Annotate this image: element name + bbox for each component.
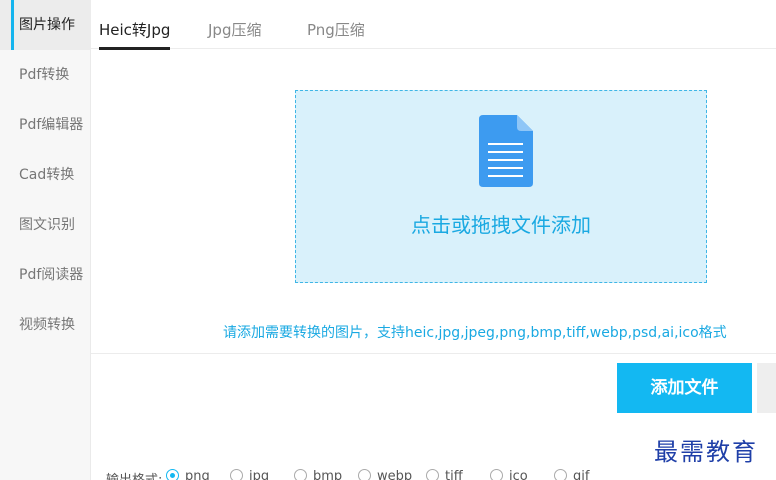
tab-heic-to-jpg[interactable]: Heic转Jpg xyxy=(99,0,171,50)
secondary-button[interactable] xyxy=(757,363,776,413)
radio-icon xyxy=(230,469,243,480)
sidebar-item-video-convert[interactable]: 视频转换 xyxy=(0,300,91,350)
tab-png-compress[interactable]: Png压缩 xyxy=(307,0,365,49)
sidebar-item-label: 图文识别 xyxy=(19,217,75,233)
format-option-bmp[interactable]: bmp xyxy=(294,469,342,480)
sidebar-item-pdf-reader[interactable]: Pdf阅读器 xyxy=(0,250,91,300)
file-drop-zone[interactable]: 点击或拖拽文件添加 xyxy=(295,90,707,283)
format-option-webp[interactable]: webp xyxy=(358,469,412,480)
radio-icon xyxy=(490,469,503,480)
tab-jpg-compress[interactable]: Jpg压缩 xyxy=(208,0,261,49)
format-option-tiff[interactable]: tiff xyxy=(426,469,463,480)
supported-formats-hint: 请添加需要转换的图片，支持heic,jpg,jpeg,png,bmp,tiff,… xyxy=(223,325,727,341)
sidebar-item-pdf-convert[interactable]: Pdf转换 xyxy=(0,50,91,100)
sidebar-item-cad-convert[interactable]: Cad转换 xyxy=(0,150,91,200)
sidebar-item-image-ops[interactable]: 图片操作 xyxy=(0,0,91,50)
radio-checked-icon xyxy=(166,469,179,480)
format-option-ico[interactable]: ico xyxy=(490,469,528,480)
sidebar-item-label: 视频转换 xyxy=(19,317,75,333)
document-icon xyxy=(479,115,533,187)
sidebar-item-pdf-editor[interactable]: Pdf编辑器 xyxy=(0,100,91,150)
format-option-gif[interactable]: gif xyxy=(554,469,589,480)
divider xyxy=(91,353,776,354)
sidebar: 图片操作 Pdf转换 Pdf编辑器 Cad转换 图文识别 Pdf阅读器 视频转换 xyxy=(0,0,91,480)
add-file-button[interactable]: 添加文件 xyxy=(617,363,752,413)
tab-bar: Heic转Jpg Jpg压缩 Png压缩 xyxy=(91,0,776,50)
sidebar-item-label: Pdf阅读器 xyxy=(19,267,84,283)
radio-icon xyxy=(554,469,567,480)
sidebar-item-label: Pdf编辑器 xyxy=(19,117,84,133)
radio-icon xyxy=(426,469,439,480)
drop-zone-text: 点击或拖拽文件添加 xyxy=(411,213,591,237)
format-option-jpg[interactable]: jpg xyxy=(230,469,269,480)
radio-icon xyxy=(358,469,371,480)
sidebar-item-ocr[interactable]: 图文识别 xyxy=(0,200,91,250)
sidebar-item-label: Cad转换 xyxy=(19,167,75,183)
sidebar-item-label: Pdf转换 xyxy=(19,67,70,83)
format-option-png[interactable]: png xyxy=(166,469,210,480)
watermark: 最需教育 xyxy=(654,438,758,466)
sidebar-item-label: 图片操作 xyxy=(19,17,75,33)
radio-icon xyxy=(294,469,307,480)
output-format-label: 输出格式: xyxy=(106,469,162,480)
